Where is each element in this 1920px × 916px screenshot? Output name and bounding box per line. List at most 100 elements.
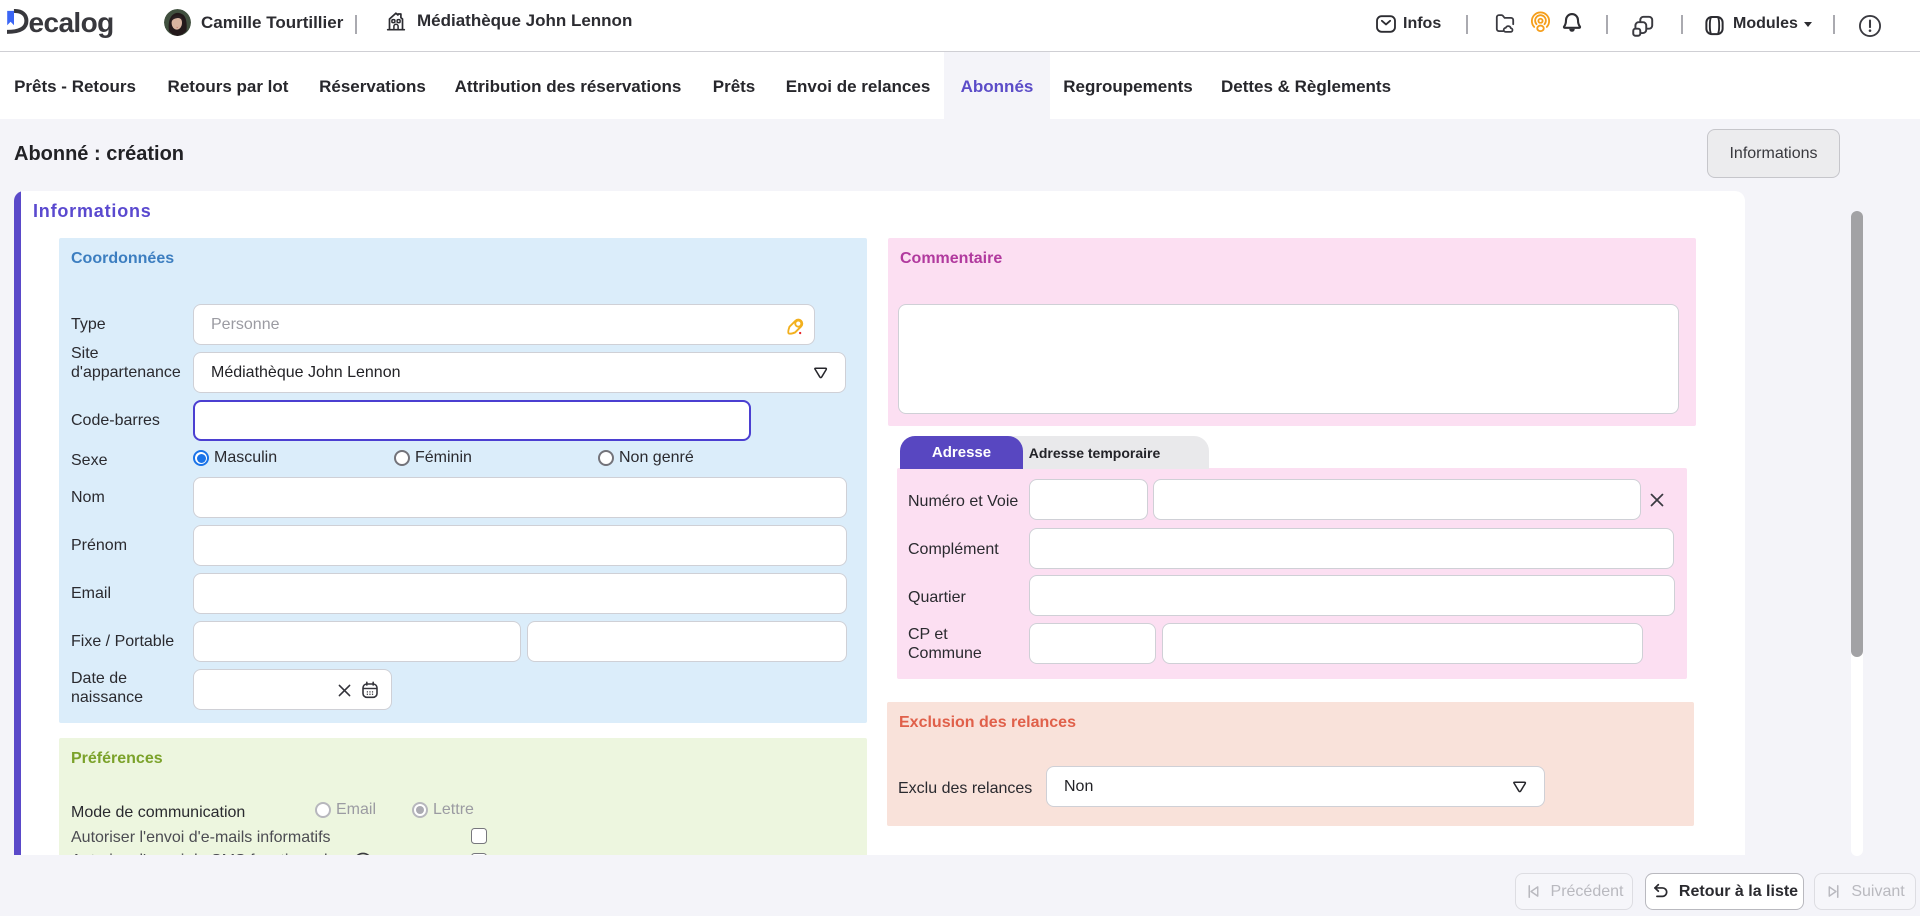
panel-exclusion: Exclusion des relances Exclu des relance… [887, 702, 1694, 826]
nav-dettes-reglements[interactable]: Dettes & Règlements [1206, 52, 1406, 121]
infos-label[interactable]: Infos [1403, 15, 1441, 33]
email-input[interactable] [193, 573, 847, 614]
radio-off-icon[interactable] [394, 450, 410, 466]
main-nav: Prêts - Retours Retours par lot Réservat… [0, 52, 1920, 119]
return-icon [1651, 882, 1670, 901]
form-card: Informations Coordonnées Type Site d'app… [14, 191, 1745, 855]
sms-checkbox[interactable] [471, 853, 487, 855]
panel-preferences: Préférences Mode de communication Email … [59, 738, 867, 855]
exclu-relances-select[interactable]: Non [1046, 766, 1545, 807]
barcode-label: Code-barres [71, 411, 160, 430]
site-label: Site d'appartenance [71, 344, 183, 382]
assist-podcast-icon[interactable] [1529, 11, 1552, 34]
integrations-icon[interactable] [1630, 13, 1656, 39]
section-title: Informations [33, 201, 152, 222]
panel-commentaire: Commentaire [888, 238, 1696, 426]
nav-reservations[interactable]: Réservations [306, 52, 439, 121]
site-chip[interactable]: Médiathèque John Lennon [384, 9, 632, 33]
bell-icon[interactable] [1560, 11, 1584, 35]
commentaire-title: Commentaire [900, 250, 1002, 268]
complement-input[interactable] [1029, 528, 1674, 569]
clear-icon[interactable] [338, 684, 351, 697]
user-chip[interactable]: Camille Tourtillier [164, 9, 343, 36]
chevron-down-icon [1512, 781, 1527, 793]
header-separator [355, 15, 357, 34]
alert-info-icon[interactable] [1857, 13, 1883, 39]
nav-attribution[interactable]: Attribution des réservations [439, 52, 697, 121]
decalog-logo[interactable]: ecalog [0, 1, 130, 50]
phone-portable-input[interactable] [527, 621, 847, 662]
voie-input[interactable] [1153, 479, 1641, 520]
skip-next-icon [1825, 883, 1842, 900]
emails-info-label: Autoriser l'envoi d'e-mails informatifs [71, 828, 331, 847]
mode-radio-lettre[interactable]: Lettre [412, 801, 474, 819]
logo-bookmark-icon [7, 11, 14, 25]
radio-on-icon[interactable] [193, 450, 209, 466]
quartier-label: Quartier [908, 588, 966, 607]
complement-label: Complément [908, 540, 999, 559]
sexe-radio-masculin[interactable]: Masculin [193, 449, 277, 467]
dob-input[interactable] [193, 669, 392, 710]
coordonnees-title: Coordonnées [71, 250, 174, 268]
type-input[interactable] [193, 304, 815, 345]
radio-off-icon[interactable] [598, 450, 614, 466]
cp-commune-label: CP et Commune [908, 625, 998, 663]
modules-label[interactable]: Modules [1733, 15, 1798, 33]
quartier-input[interactable] [1029, 575, 1675, 616]
numero-input[interactable] [1029, 479, 1148, 520]
mail-icon[interactable] [1375, 13, 1397, 35]
exclu-relances-label: Exclu des relances [898, 779, 1032, 798]
nav-abonnes[interactable]: Abonnés [944, 52, 1050, 121]
nav-envoi-relances[interactable]: Envoi de relances [771, 52, 945, 121]
header-separator [1681, 15, 1683, 34]
svg-text:ecalog: ecalog [29, 7, 114, 38]
scrollbar-thumb[interactable] [1851, 211, 1863, 657]
page-title: Abonné : création [14, 143, 184, 166]
site-name: Médiathèque John Lennon [417, 11, 632, 31]
panel-coordonnees: Coordonnées Type Site d'appartenance Méd… [59, 238, 867, 723]
avatar [164, 9, 191, 36]
skip-previous-icon [1525, 883, 1542, 900]
site-select[interactable]: Médiathèque John Lennon [193, 352, 846, 393]
cp-input[interactable] [1029, 623, 1156, 664]
phone-fixe-input[interactable] [193, 621, 521, 662]
emails-info-checkbox[interactable] [471, 828, 487, 844]
previous-button[interactable]: Précédent [1515, 873, 1633, 910]
email-label: Email [71, 584, 111, 603]
modules-caret-icon [1804, 22, 1812, 27]
edit-pencil-icon[interactable] [784, 315, 805, 336]
header-separator [1466, 15, 1468, 34]
modules-icon[interactable] [1702, 13, 1727, 38]
address-clear-icon[interactable] [1648, 491, 1666, 509]
mode-communication-label: Mode de communication [71, 803, 245, 822]
informations-button[interactable]: Informations [1707, 129, 1840, 178]
nav-regroupements[interactable]: Regroupements [1050, 52, 1206, 121]
info-circle-icon [353, 852, 373, 855]
commentaire-textarea[interactable] [898, 304, 1679, 414]
folder-cloud-icon[interactable] [1493, 11, 1517, 35]
sexe-radio-non-genre[interactable]: Non genré [598, 449, 694, 467]
calendar-icon[interactable] [360, 680, 380, 700]
radio-disabled-selected-icon[interactable] [412, 802, 428, 818]
nom-input[interactable] [193, 477, 847, 518]
radio-disabled-icon[interactable] [315, 802, 331, 818]
numero-voie-label: Numéro et Voie [908, 492, 1018, 511]
nav-retours-par-lot[interactable]: Retours par lot [150, 52, 306, 121]
nom-label: Nom [71, 488, 105, 507]
prenom-input[interactable] [193, 525, 847, 566]
prenom-label: Prénom [71, 536, 127, 555]
mode-radio-email[interactable]: Email [315, 801, 376, 819]
barcode-input[interactable] [193, 400, 751, 441]
back-to-list-button[interactable]: Retour à la liste [1645, 873, 1804, 910]
nav-prets-retours[interactable]: Prêts - Retours [0, 52, 150, 121]
next-button[interactable]: Suivant [1814, 873, 1916, 910]
tab-adresse[interactable]: Adresse [900, 436, 1023, 469]
user-name: Camille Tourtillier [201, 13, 343, 33]
phone-label: Fixe / Portable [71, 632, 174, 651]
header-separator [1833, 15, 1835, 34]
scrollbar-track[interactable] [1851, 211, 1863, 856]
sexe-radio-feminin[interactable]: Féminin [394, 449, 472, 467]
sms-label: Autoriser l'envoi de SMS fonctionnels [71, 851, 336, 855]
nav-prets[interactable]: Prêts [697, 52, 771, 121]
commune-input[interactable] [1162, 623, 1643, 664]
